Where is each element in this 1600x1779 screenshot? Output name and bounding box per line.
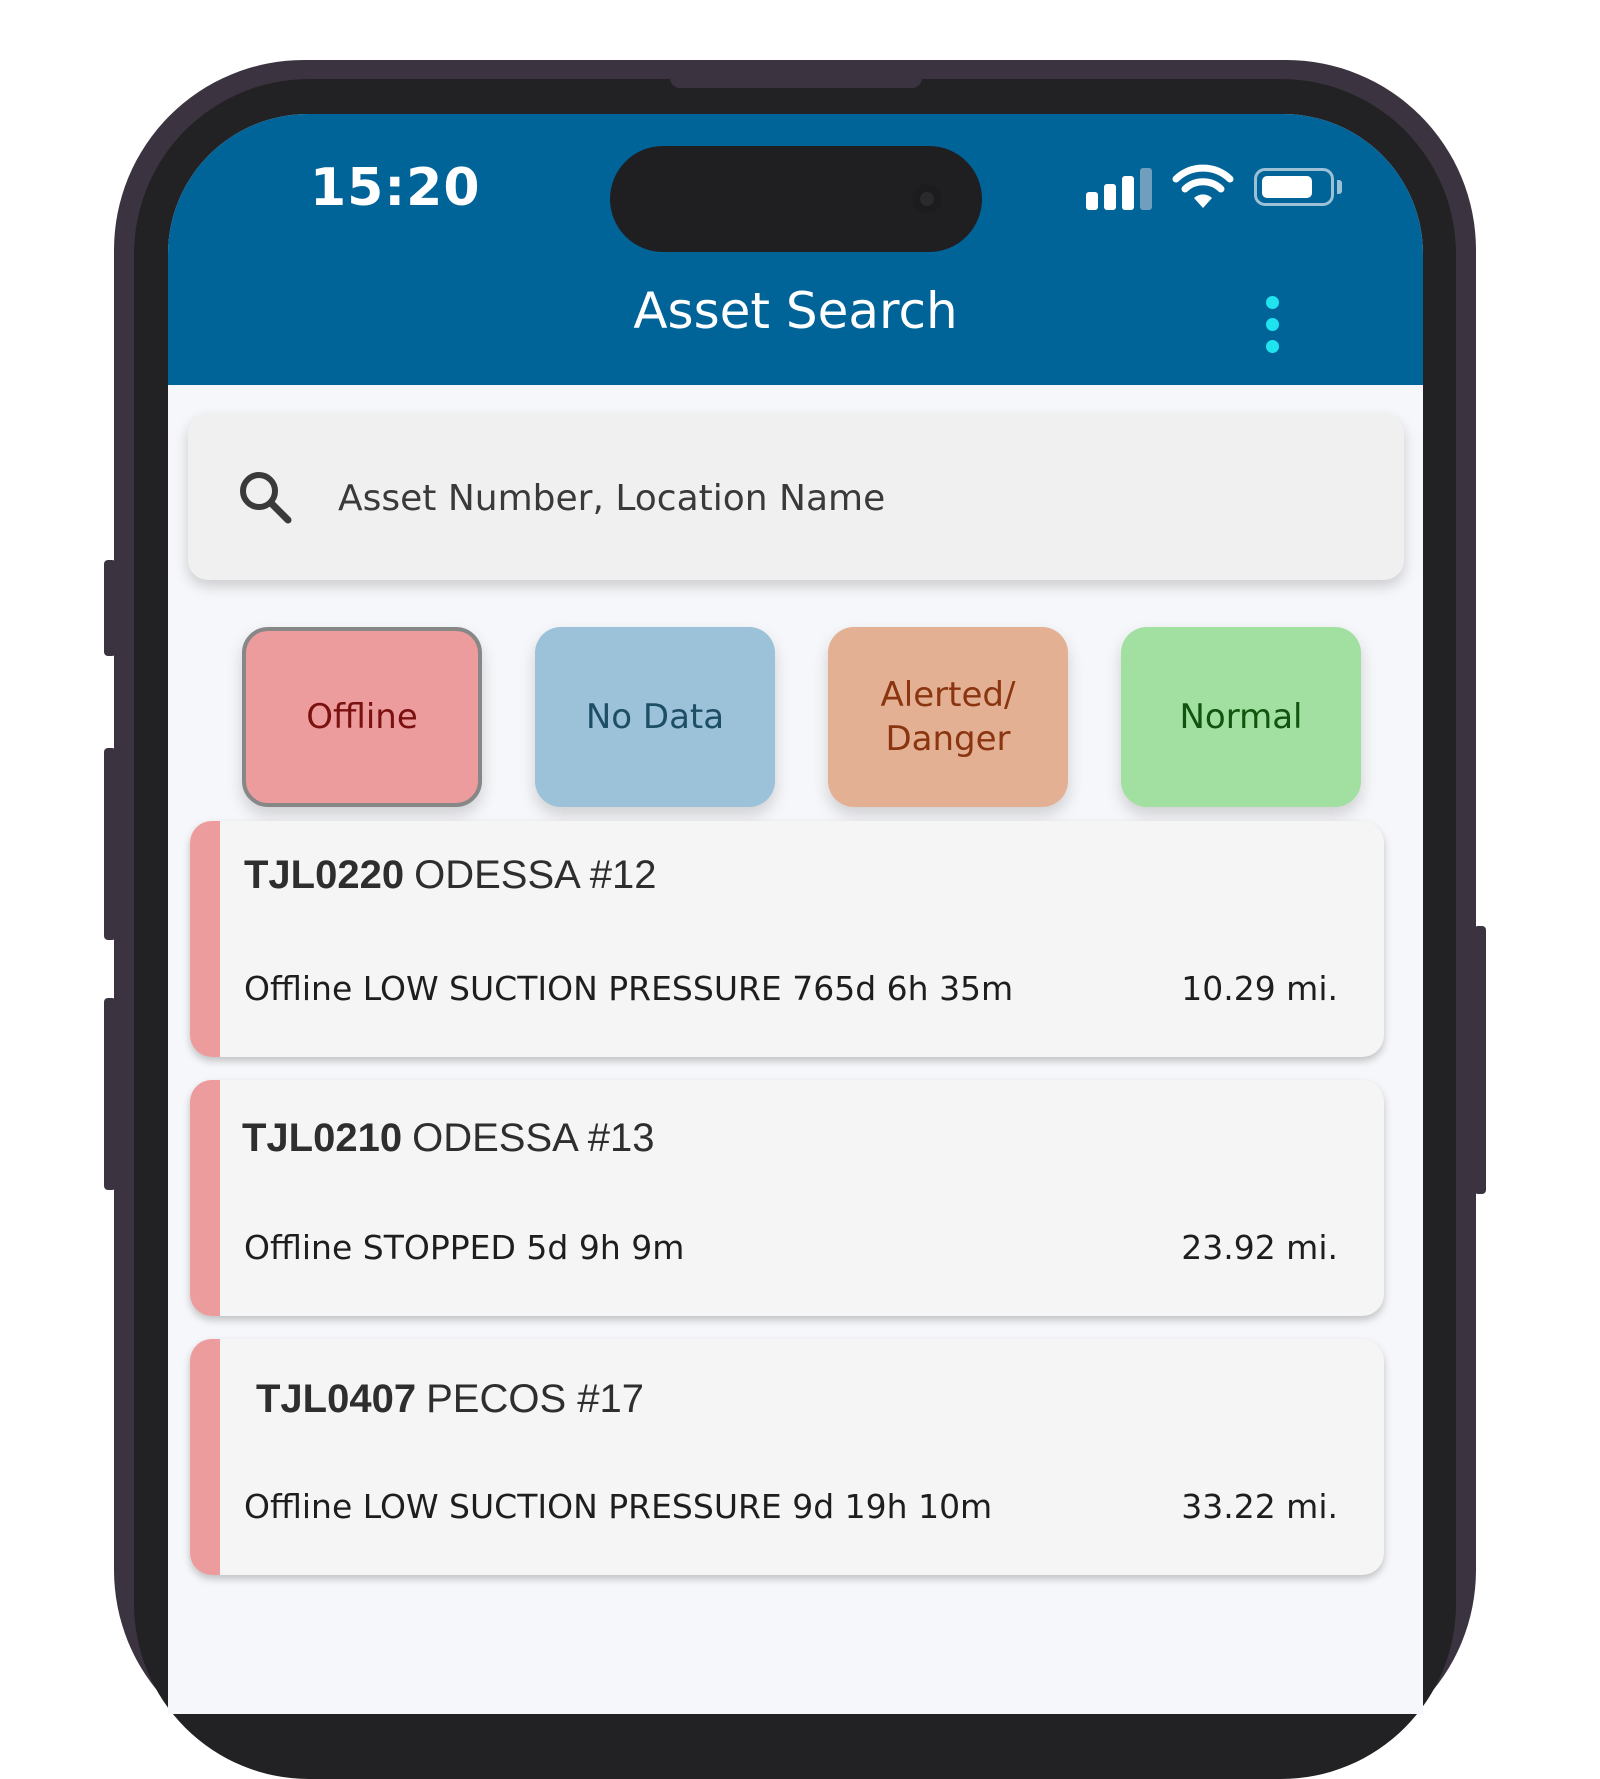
status-stripe — [190, 1080, 220, 1316]
status-stripe — [190, 1339, 220, 1575]
asset-id: TJL0210 — [242, 1116, 403, 1160]
battery-level — [1262, 176, 1312, 198]
status-bar-time: 15:20 — [310, 158, 481, 218]
filter-alerted-danger-label: Alerted/ Danger — [880, 675, 1016, 759]
filter-normal[interactable]: Normal — [1121, 627, 1361, 807]
search-icon — [240, 472, 292, 524]
asset-title: TJL0210 ODESSA #13 — [242, 1116, 654, 1161]
more-vertical-icon[interactable] — [1258, 296, 1288, 356]
status-stripe — [190, 821, 220, 1057]
asset-distance: 33.22 mi. — [1181, 1487, 1338, 1526]
front-camera — [912, 184, 942, 214]
asset-card[interactable]: TJL0407 PECOS #17 Offline LOW SUCTION PRE… — [190, 1339, 1384, 1575]
search-bar — [188, 414, 1404, 580]
battery-cap — [1337, 180, 1342, 194]
filter-no-data[interactable]: No Data — [535, 627, 775, 807]
search-input[interactable] — [336, 454, 1340, 542]
asset-title: TJL0220 ODESSA #12 — [244, 853, 656, 898]
asset-location: PECOS #17 — [426, 1377, 644, 1421]
volume-down-button — [104, 998, 116, 1190]
power-button — [1474, 926, 1486, 1194]
asset-status: Offline LOW SUCTION PRESSURE 9d 19h 10m — [244, 1487, 993, 1526]
asset-status: Offline LOW SUCTION PRESSURE 765d 6h 35m — [244, 969, 1014, 1008]
asset-card[interactable]: TJL0220 ODESSA #12 Offline LOW SUCTION PR… — [190, 821, 1384, 1057]
battery-icon — [1254, 168, 1334, 206]
cellular-signal-icon — [1086, 166, 1156, 210]
filter-alerted-danger[interactable]: Alerted/ Danger — [828, 627, 1068, 807]
volume-up-button — [104, 748, 116, 940]
app-header: 15:20 Asset Search — [168, 114, 1423, 385]
asset-id: TJL0407 — [256, 1377, 417, 1421]
page-title: Asset Search — [633, 282, 958, 340]
asset-card[interactable]: TJL0210 ODESSA #13 Offline STOPPED 5d 9h … — [190, 1080, 1384, 1316]
dynamic-island — [610, 146, 982, 252]
wifi-icon — [1172, 164, 1234, 208]
asset-location: ODESSA #12 — [414, 853, 657, 897]
speaker-grille — [670, 74, 922, 88]
asset-distance: 10.29 mi. — [1181, 969, 1338, 1008]
filter-offline[interactable]: Offline — [242, 627, 482, 807]
asset-title: TJL0407 PECOS #17 — [256, 1377, 644, 1422]
asset-location: ODESSA #13 — [412, 1116, 655, 1160]
asset-id: TJL0220 — [244, 853, 405, 897]
asset-distance: 23.92 mi. — [1181, 1228, 1338, 1267]
action-button — [104, 560, 116, 656]
app-screen: 15:20 Asset Search Asset Number, Locatio… — [168, 114, 1423, 1714]
asset-status: Offline STOPPED 5d 9h 9m — [244, 1228, 685, 1267]
